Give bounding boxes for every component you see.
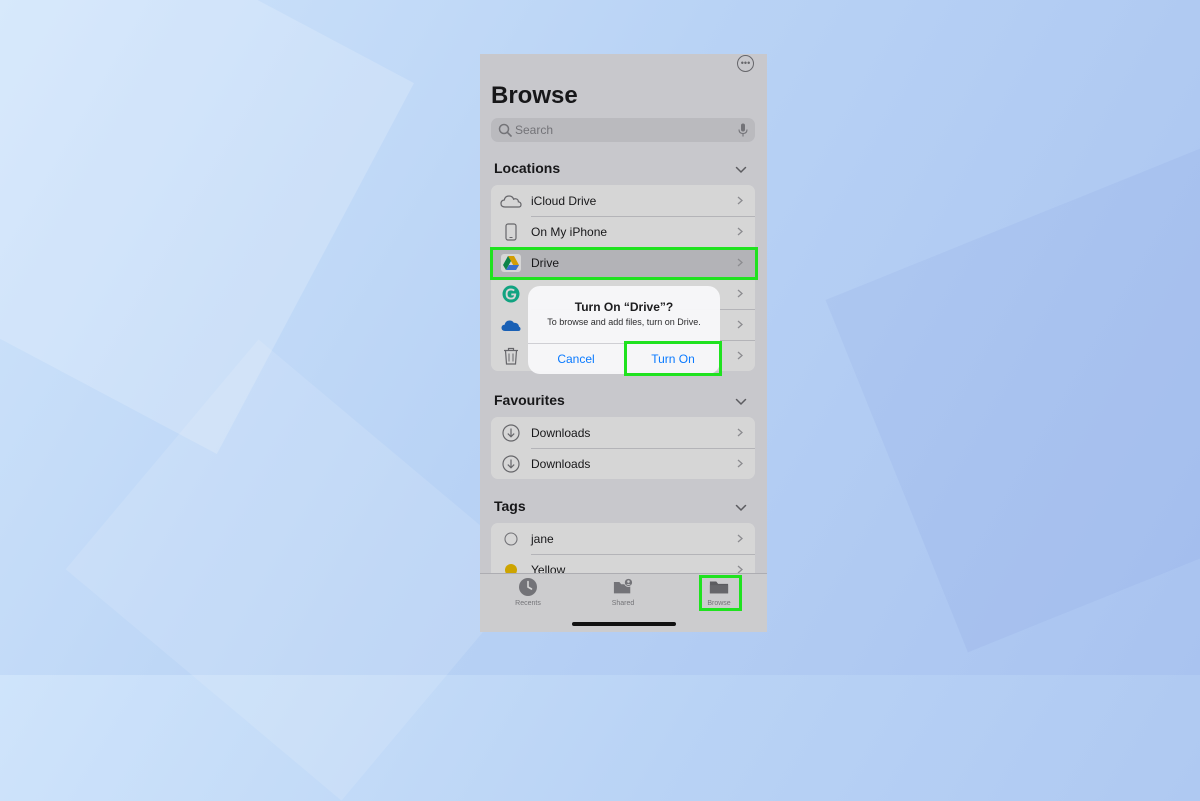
tab-shared[interactable]: Shared: [593, 577, 653, 607]
section-title-locations: Locations: [494, 160, 561, 176]
chevron-right-icon: [737, 196, 743, 205]
section-title-favourites: Favourites: [494, 392, 565, 408]
alert-dialog: Turn On “Drive”? To browse and add files…: [528, 286, 720, 374]
background-shape: [0, 0, 415, 455]
search-icon: [498, 123, 512, 137]
list-item-downloads[interactable]: Downloads: [491, 417, 755, 448]
folder-icon: [709, 581, 729, 594]
list-item-icloud-drive[interactable]: iCloud Drive: [491, 185, 755, 216]
ellipsis-circle-icon[interactable]: •••: [737, 55, 754, 72]
cancel-button[interactable]: Cancel: [528, 343, 624, 374]
list-item-label: iCloud Drive: [531, 193, 597, 208]
iphone-icon: [500, 222, 522, 241]
home-indicator[interactable]: [572, 622, 676, 626]
turn-on-button[interactable]: Turn On: [625, 343, 720, 374]
list-item-on-my-iphone[interactable]: On My iPhone: [491, 216, 755, 247]
tab-recents[interactable]: Recents: [498, 577, 558, 607]
background-shape: [825, 127, 1200, 653]
tab-browse[interactable]: Browse: [689, 577, 749, 607]
download-circle-icon: [500, 454, 522, 473]
chevron-right-icon: [737, 351, 743, 360]
cloud-icon: [500, 191, 522, 210]
list-item-label: Drive: [531, 255, 560, 270]
search-bar[interactable]: [491, 118, 755, 142]
grammarly-icon: [500, 284, 522, 303]
tab-label: Recents: [515, 600, 541, 607]
chevron-right-icon: [737, 289, 743, 298]
favourites-list: Downloads Downloads: [491, 417, 755, 479]
chevron-down-icon[interactable]: [735, 166, 747, 174]
list-item-label: jane: [531, 531, 554, 546]
list-item-downloads[interactable]: Downloads: [491, 448, 755, 479]
list-item-label: Downloads: [531, 456, 591, 471]
list-item-tag-jane[interactable]: jane: [491, 523, 755, 554]
onedrive-icon: [500, 315, 522, 334]
google-drive-icon: [500, 253, 522, 272]
page-title: Browse: [491, 82, 578, 109]
tab-label: Shared: [611, 600, 635, 607]
chevron-down-icon[interactable]: [735, 504, 747, 512]
list-item-drive[interactable]: Drive: [491, 247, 755, 278]
chevron-right-icon: [737, 428, 743, 437]
alert-title: Turn On “Drive”?: [574, 300, 674, 314]
chevron-right-icon: [737, 534, 743, 543]
chevron-right-icon: [737, 320, 743, 329]
clock-icon: [519, 578, 537, 596]
download-circle-icon: [500, 423, 522, 442]
tab-label: Browse: [707, 600, 731, 607]
section-title-tags: Tags: [494, 498, 526, 514]
chevron-down-icon[interactable]: [735, 398, 747, 406]
chevron-right-icon: [737, 258, 743, 267]
search-input[interactable]: [515, 123, 737, 137]
shared-folder-icon: [613, 577, 633, 594]
trash-icon: [500, 346, 522, 365]
list-item-label: On My iPhone: [531, 224, 608, 239]
chevron-right-icon: [737, 227, 743, 236]
tag-circle-icon: [500, 529, 522, 548]
alert-message: To browse and add files, turn on Drive.: [547, 317, 701, 327]
chevron-right-icon: [737, 459, 743, 468]
microphone-icon[interactable]: [737, 123, 749, 137]
list-item-label: Downloads: [531, 425, 591, 440]
